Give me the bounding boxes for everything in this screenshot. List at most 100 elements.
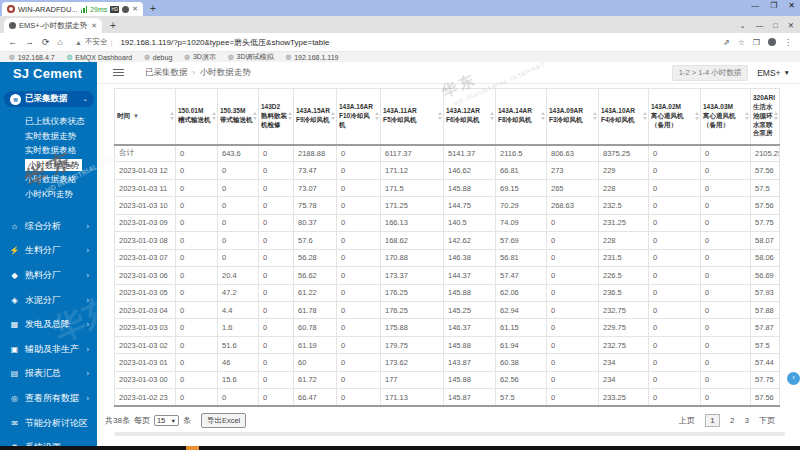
column-header[interactable]: 143A.10ARF4冷却风机: [599, 89, 649, 145]
reload-button[interactable]: ⟳: [42, 37, 50, 47]
remote-tab-close-icon[interactable]: ✕: [132, 5, 138, 13]
sidebar-section-item[interactable]: ⚙系统设置›: [0, 435, 97, 446]
home-button[interactable]: ⌂: [58, 37, 63, 47]
sort-icon[interactable]: [170, 112, 174, 120]
sidebar-section-item[interactable]: ◆熟料分厂›: [0, 263, 97, 288]
tab-groups-icon[interactable]: ❒: [753, 38, 760, 47]
sidebar-section-item[interactable]: ◎查看所有数据›: [0, 386, 97, 411]
column-header[interactable]: 143A.09ARF3冷却风机: [547, 89, 599, 145]
collapse-toggle-button[interactable]: ‹: [787, 372, 800, 385]
sort-icon[interactable]: [643, 112, 647, 120]
table-cell: 20.4: [218, 267, 259, 284]
sidebar-section-item[interactable]: ◈水泥分厂›: [0, 288, 97, 313]
sidebar-section-item[interactable]: ⚡生料分厂›: [0, 239, 97, 264]
new-tab-button[interactable]: +: [110, 21, 116, 31]
column-header[interactable]: 320AR01生活水池循环水泵联合泵房: [751, 89, 780, 145]
sidebar-subitem[interactable]: 实时数据走势: [0, 129, 97, 144]
table-cell: 58.06: [751, 249, 780, 266]
page-size-select[interactable]: 15 ▼: [154, 415, 179, 426]
forward-button[interactable]: →: [25, 37, 34, 47]
page-button-下页[interactable]: 下页: [759, 415, 775, 426]
url-text[interactable]: 192.168.1.119/?p=1020&typee=磨头低压&showTyp…: [120, 37, 715, 48]
window-minimize-button[interactable]: —: [751, 1, 759, 10]
table-cell: 57.75: [751, 214, 780, 231]
sort-icon[interactable]: [490, 112, 494, 120]
sidebar-subitem[interactable]: 已上线仪表状态: [0, 114, 97, 129]
tab-search-caret-icon[interactable]: ⌄: [739, 21, 745, 30]
sort-icon[interactable]: [375, 112, 379, 120]
range-label[interactable]: 1-2 > 1-4 小时数据: [672, 65, 748, 81]
sort-icon[interactable]: [288, 112, 292, 120]
sort-icon[interactable]: [212, 112, 216, 120]
breadcrumb: 已采集数据 › 小时数据走势: [145, 67, 251, 79]
page-button-1[interactable]: 1: [705, 414, 720, 427]
app-select[interactable]: EMS+ ▼: [757, 68, 790, 78]
bookmark-item[interactable]: ◍192.168.4.7: [9, 53, 55, 61]
browser-close-button[interactable]: ✕: [788, 21, 794, 30]
bookmark-item[interactable]: ◍EMQX Dashboard: [67, 53, 132, 61]
sidebar-section-item[interactable]: ⌂综合分析›: [0, 214, 97, 239]
sidebar-subitem[interactable]: 小时数据走势: [0, 158, 97, 173]
sort-icon[interactable]: [593, 112, 597, 120]
sort-icon[interactable]: [774, 112, 778, 120]
column-header[interactable]: 143A.11ARF5冷却风机: [381, 89, 444, 145]
column-header[interactable]: 143D2熟料散装机检修: [259, 89, 294, 145]
sort-icon[interactable]: [438, 112, 442, 120]
column-header-label: 离心通风机（备用）: [651, 112, 696, 130]
sort-icon[interactable]: [745, 112, 749, 120]
table-cell: 0: [176, 319, 218, 336]
export-excel-button[interactable]: 导出Excel: [201, 413, 246, 428]
sidebar-subitem[interactable]: 实时数据表格: [0, 143, 97, 158]
profile-avatar[interactable]: [768, 38, 776, 46]
sort-icon[interactable]: [541, 112, 545, 120]
remote-desktop-tab[interactable]: WIN-ARADFDU... 29ms HD ✕: [2, 2, 143, 16]
column-header[interactable]: 143A.16ARF10冷却风机: [337, 89, 381, 145]
sort-icon[interactable]: [331, 112, 335, 120]
browser-minimize-button[interactable]: —: [756, 21, 764, 30]
window-close-button[interactable]: ✕: [788, 1, 795, 10]
table-cell: 171.12: [381, 162, 444, 179]
horizontal-scrollbar[interactable]: [114, 432, 785, 436]
browser-tab[interactable]: EMS+-小时数据走势 ✕: [4, 18, 102, 33]
bookmark-item[interactable]: ◍3D演示: [184, 52, 216, 62]
column-header[interactable]: 时间▼: [115, 89, 176, 145]
share-icon[interactable]: ⇗: [723, 38, 730, 47]
page-button-上页[interactable]: 上页: [679, 415, 695, 426]
column-header[interactable]: 143A.14ARF8冷却风机: [496, 89, 547, 145]
browser-menu-icon[interactable]: ⋮: [784, 38, 792, 47]
sidebar-subitem[interactable]: 小时数据表格: [0, 172, 97, 187]
back-button[interactable]: ←: [8, 37, 17, 47]
sidebar-section-item[interactable]: ▤报表汇总›: [0, 362, 97, 387]
column-header[interactable]: 143A.03M离心通风机（备用）: [701, 89, 751, 145]
breadcrumb-parent[interactable]: 已采集数据: [145, 67, 188, 79]
column-header[interactable]: 150.01M槽式输送机: [176, 89, 218, 145]
sidebar-section-item[interactable]: ▦发电及总降›: [0, 312, 97, 337]
sidebar-group-collected-data[interactable]: ≣ 已采集数据 ⌄: [4, 91, 94, 107]
browser-restore-button[interactable]: □: [773, 21, 778, 30]
sort-icon[interactable]: [695, 112, 699, 120]
bookmark-star-icon[interactable]: ☆: [738, 38, 745, 47]
sidebar-section-item[interactable]: ▣辅助及非生产›: [0, 337, 97, 362]
bookmark-item[interactable]: ◍192.168.1.119: [286, 53, 339, 61]
column-header-text: 143D2熟料散装机检修: [261, 103, 289, 129]
bookmark-item[interactable]: ◍3D调试模拟: [228, 52, 274, 62]
column-header[interactable]: 150.35M带式输送机: [218, 89, 259, 145]
tab-close-icon[interactable]: ✕: [91, 22, 97, 30]
remote-new-tab-button[interactable]: +: [150, 3, 156, 14]
column-header-text: 143A.09ARF3冷却风机: [549, 107, 594, 125]
column-header[interactable]: 143A.15ARF9冷却风机: [294, 89, 337, 145]
column-header[interactable]: 143A.02M离心通风机（备用）: [649, 89, 701, 145]
hamburger-icon[interactable]: [113, 69, 124, 77]
page-button-3[interactable]: 3: [745, 416, 749, 425]
taskbar-app-indicator: [186, 446, 199, 450]
bookmark-label: 192.168.1.119: [294, 54, 338, 61]
sidebar-section-item[interactable]: ✉节能分析讨论区: [0, 411, 97, 436]
table-cell: 0: [176, 232, 218, 249]
sidebar-subitem[interactable]: 小时KPI走势: [0, 187, 97, 202]
page-button-2[interactable]: 2: [730, 416, 734, 425]
security-badge[interactable]: ▲ 不安全 |: [75, 37, 112, 47]
sort-icon[interactable]: [253, 112, 257, 120]
bookmark-item[interactable]: ◍debug: [144, 53, 172, 61]
column-header[interactable]: 143A.12ARF6冷却风机: [444, 89, 496, 145]
window-restore-button[interactable]: ❐: [770, 1, 777, 10]
